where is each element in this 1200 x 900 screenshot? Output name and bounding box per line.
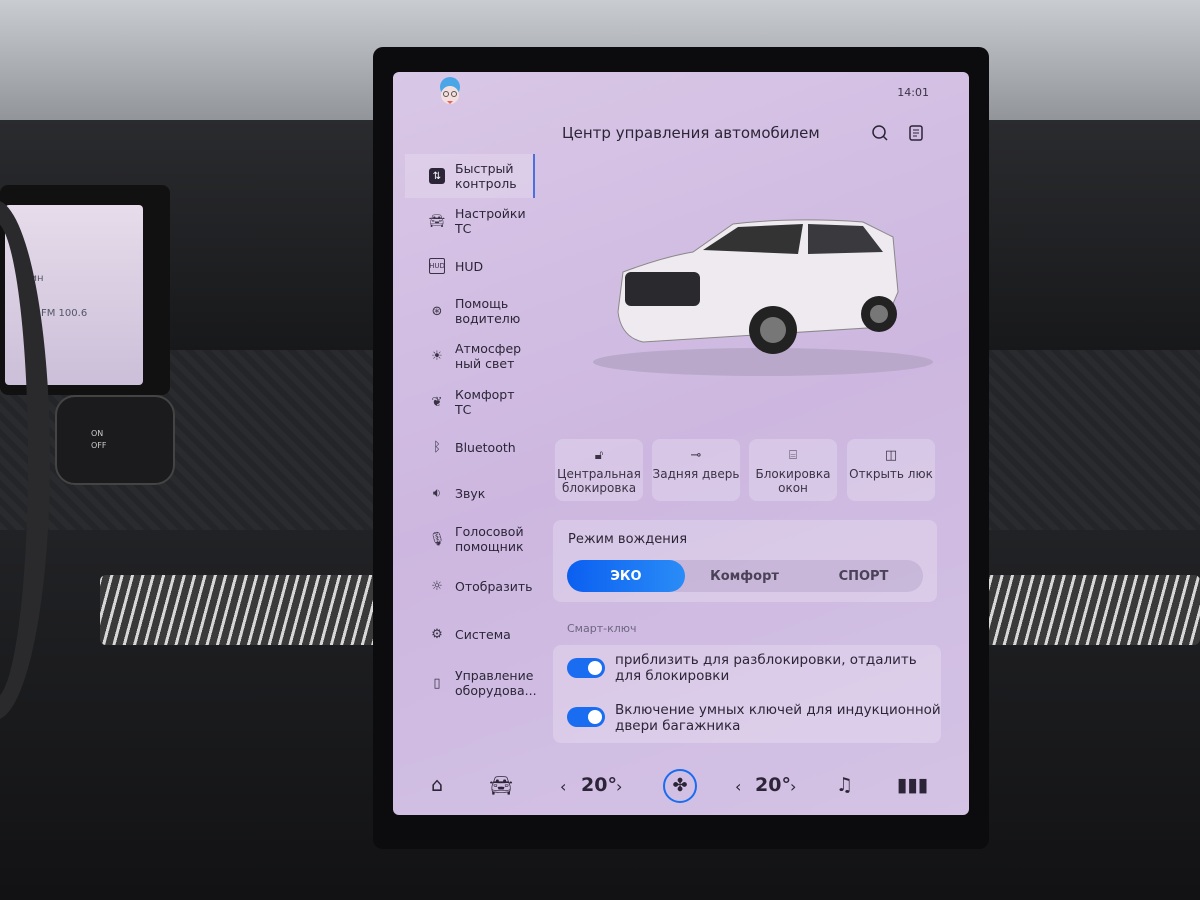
left-temp-increase[interactable]: ›	[616, 777, 622, 796]
sidebar-item-bluetooth[interactable]: ᛒ Bluetooth	[405, 425, 533, 469]
car-icon[interactable]: 🚘︎	[489, 774, 513, 797]
sidebar-item-label: Настройки ТС	[455, 206, 526, 236]
sidebar-item-label: Отобразить	[455, 578, 533, 594]
proximity-unlock-label: приблизить для разблокировки, отдалить д…	[615, 652, 917, 684]
sidebar-item-label: Система	[455, 626, 511, 642]
drive-mode-comfort[interactable]: Комфорт	[685, 560, 804, 592]
central-lock-button[interactable]: 🔓︎ Центральная блокировка	[555, 439, 643, 501]
sidebar-item-label: Комфорт ТС	[455, 387, 515, 417]
sunroof-icon: ◫	[884, 448, 898, 463]
sidebar-item-device-management[interactable]: ▯ Управление оборудова...	[405, 661, 536, 705]
sidebar-item-voice-assistant[interactable]: 🎙︎ Голосовой помощник	[405, 517, 533, 561]
apps-icon[interactable]: ▮▮▮	[897, 774, 928, 796]
proximity-unlock-toggle[interactable]	[567, 658, 605, 678]
sunroof-button[interactable]: ◫ Открыть люк	[847, 439, 935, 501]
hud-icon: HUD	[429, 258, 445, 274]
sidebar-item-label: HUD	[455, 258, 484, 274]
page-title: Центр управления автомобилем	[562, 124, 820, 142]
speaker-icon: 🔉︎	[432, 485, 442, 501]
fan-icon[interactable]: ✤	[663, 769, 697, 803]
leaf-icon: ❦	[431, 394, 443, 410]
vehicle-image	[593, 219, 933, 376]
sidebar-item-hud[interactable]: HUD HUD	[405, 244, 533, 288]
sidebar-item-label: Помощь водителю	[455, 296, 521, 326]
sidebar-item-comfort[interactable]: ❦ Комфорт ТС	[405, 380, 533, 424]
quick-action-label: Открыть люк	[849, 467, 933, 481]
tailgate-icon: ⊸	[690, 448, 702, 463]
tailgate-button[interactable]: ⊸ Задняя дверь	[652, 439, 740, 501]
radio-station: FM 100.6	[41, 308, 88, 319]
microphone-icon: 🎙︎	[428, 531, 446, 547]
sidebar-item-label: Атмосферный свет	[455, 341, 522, 371]
sidebar-item-label: Звук	[455, 485, 486, 501]
bluetooth-icon: ᛒ	[433, 439, 441, 455]
left-temp-decrease[interactable]: ‹	[560, 777, 566, 796]
window-lock-button[interactable]: ⌸ Блокировка окон	[749, 439, 837, 501]
sidebar-item-display[interactable]: ☼ Отобразить	[405, 564, 533, 608]
smart-trunk-toggle[interactable]	[567, 707, 605, 727]
infotainment-screen: 14:01 Центр управления автомобилем ⇅ Быст…	[393, 72, 969, 815]
car-icon: 🚘︎	[428, 213, 446, 229]
notes-icon[interactable]	[907, 124, 925, 142]
sidebar-item-label: Быстрый контроль	[455, 161, 517, 191]
right-temp-decrease[interactable]: ‹	[735, 777, 741, 796]
bottom-dock: ⌂ 🚘︎ ‹ 20° › ✤ ‹ 20° › ♫ ▮▮▮	[393, 762, 969, 812]
right-temp-increase[interactable]: ›	[790, 777, 796, 796]
sidebar-item-driver-assist[interactable]: ⊛ Помощь водителю	[405, 289, 533, 333]
gear-icon: ⚙	[431, 626, 443, 642]
sliders-icon: ⇅	[429, 168, 445, 184]
sidebar-item-vehicle-settings[interactable]: 🚘︎ Настройки ТС	[405, 199, 533, 243]
device-icon: ▯	[433, 675, 441, 691]
wiper-stalk: ON OFF	[55, 395, 175, 485]
sidebar-item-label: Голосовой помощник	[455, 524, 524, 554]
smart-trunk-label: Включение умных ключей для индукционной …	[615, 702, 941, 734]
assistant-avatar-icon[interactable]	[435, 76, 465, 110]
drive-mode-eco[interactable]: ЭКО	[567, 560, 685, 592]
right-temp-value: 20°	[755, 774, 791, 796]
stalk-on-label: ON	[91, 429, 104, 438]
quick-action-label: Задняя дверь	[652, 467, 740, 481]
left-temp-value: 20°	[581, 774, 617, 796]
stalk-off-label: OFF	[91, 441, 107, 450]
drive-mode-title: Режим вождения	[568, 532, 688, 547]
smart-key-card: приблизить для разблокировки, отдалить д…	[553, 645, 941, 743]
quick-action-label: Центральная блокировка	[557, 467, 641, 495]
steering-wheel-icon: ⊛	[431, 303, 443, 319]
quick-action-label: Блокировка окон	[755, 467, 831, 495]
search-icon[interactable]	[871, 124, 889, 142]
drive-mode-selector: ЭКО Комфорт СПОРТ	[567, 560, 923, 592]
ambient-light-icon: ☀	[431, 348, 443, 364]
clock: 14:01	[897, 86, 929, 99]
sidebar-item-ambient-light[interactable]: ☀ Атмосферный свет	[405, 334, 533, 378]
unlock-icon: 🔓︎	[594, 448, 604, 463]
brightness-icon: ☼	[431, 578, 443, 594]
drive-mode-card: Режим вождения ЭКО Комфорт СПОРТ	[553, 520, 937, 602]
window-lock-icon: ⌸	[789, 448, 797, 463]
sidebar-item-label: Bluetooth	[455, 439, 516, 455]
drive-mode-sport[interactable]: СПОРТ	[804, 560, 923, 592]
smart-key-section-title: Смарт-ключ	[567, 622, 637, 635]
music-icon[interactable]: ♫	[836, 774, 853, 796]
sidebar-item-sound[interactable]: 🔉︎ Звук	[405, 471, 533, 515]
sidebar-item-label: Управление оборудова...	[455, 668, 537, 698]
home-icon[interactable]: ⌂	[431, 774, 443, 796]
sidebar-item-system[interactable]: ⚙ Система	[405, 612, 533, 656]
sidebar-item-quick-control[interactable]: ⇅ Быстрый контроль	[405, 154, 535, 198]
